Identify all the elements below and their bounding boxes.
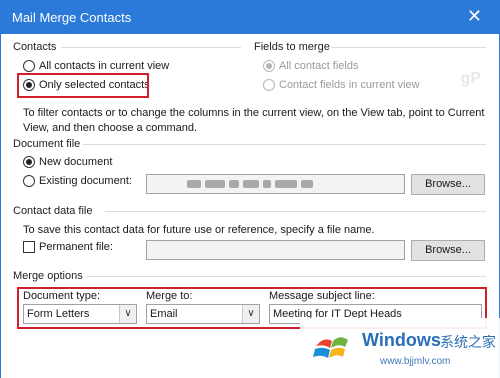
merge-options-label: Merge options: [13, 270, 83, 282]
watermark-brand: Windows: [362, 330, 441, 350]
document-type-label: Document type:: [23, 290, 101, 302]
chevron-down-icon[interactable]: ∨: [119, 305, 136, 323]
chevron-down-icon[interactable]: ∨: [242, 305, 259, 323]
browse-permanent-file-button[interactable]: Browse...: [411, 240, 485, 261]
title-bar: Mail Merge Contacts ✕: [0, 0, 500, 34]
radio-all-contacts-label: All contacts in current view: [39, 60, 170, 72]
radio-view-fields-label: Contact fields in current view: [279, 79, 420, 91]
radio-new-document-label: New document: [39, 156, 113, 168]
windows-logo-icon: [313, 337, 348, 358]
fields-divider: [331, 47, 486, 48]
filter-hint-line2: View, and then choose a command.: [23, 122, 198, 134]
existing-document-path-input[interactable]: [146, 174, 405, 194]
radio-all-fields[interactable]: All contact fields: [263, 60, 358, 72]
window-title: Mail Merge Contacts: [12, 10, 132, 25]
selected-contacts-highlight: [17, 73, 149, 98]
merge-to-value: Email: [150, 308, 178, 320]
contact-data-hint: To save this contact data for future use…: [23, 224, 375, 236]
radio-new-document[interactable]: New document: [23, 156, 112, 168]
merge-options-divider: [87, 276, 486, 277]
radio-existing-document[interactable]: Existing document:: [23, 175, 132, 187]
fields-group-label: Fields to merge: [254, 41, 330, 53]
subject-line-label: Message subject line:: [269, 290, 375, 302]
watermark-brand-cn: 系统之家: [440, 334, 496, 350]
contact-data-file-label: Contact data file: [13, 205, 93, 217]
permanent-file-label: Permanent file:: [39, 241, 113, 253]
merge-to-label: Merge to:: [146, 290, 193, 302]
document-type-value: Form Letters: [27, 308, 90, 320]
watermark-url: www.bjjmlv.com: [380, 356, 451, 367]
contacts-group-label: Contacts: [13, 41, 57, 53]
permanent-file-checkbox[interactable]: Permanent file:: [23, 241, 113, 253]
close-icon[interactable]: ✕: [467, 6, 482, 26]
watermark-badge: Windows 系统之家 www.bjjmlv.com: [300, 318, 500, 378]
checkbox-indicator: [23, 241, 35, 253]
radio-indicator: [23, 60, 35, 72]
document-type-select[interactable]: Form Letters ∨: [23, 304, 137, 324]
site-watermark: gP: [460, 70, 481, 87]
radio-existing-document-label: Existing document:: [39, 175, 132, 187]
contacts-divider: [61, 47, 241, 48]
browse-document-button[interactable]: Browse...: [411, 174, 485, 195]
radio-view-fields[interactable]: Contact fields in current view: [263, 79, 420, 91]
radio-indicator: [23, 175, 35, 187]
permanent-file-path-input[interactable]: [146, 240, 405, 260]
document-file-divider: [83, 144, 486, 145]
blurred-path: [187, 180, 313, 188]
radio-indicator: [263, 60, 275, 72]
radio-all-fields-label: All contact fields: [279, 60, 359, 72]
contact-data-divider: [105, 211, 486, 212]
document-file-label: Document file: [13, 138, 81, 150]
merge-to-select[interactable]: Email ∨: [146, 304, 260, 324]
radio-indicator: [23, 156, 35, 168]
radio-all-contacts[interactable]: All contacts in current view: [23, 60, 169, 72]
filter-hint-line1: To filter contacts or to change the colu…: [23, 107, 485, 119]
radio-indicator: [263, 79, 275, 91]
